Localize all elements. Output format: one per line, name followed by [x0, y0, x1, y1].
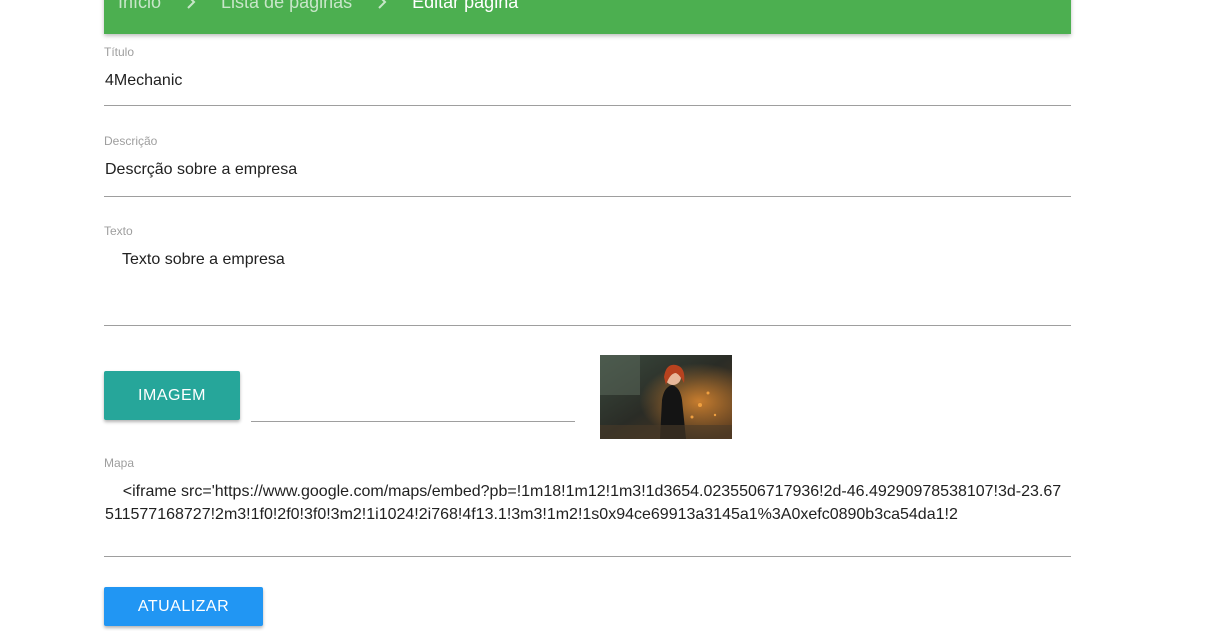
atualizar-button[interactable]: ATUALIZAR — [104, 587, 263, 626]
texto-field[interactable]: Texto Texto sobre a empresa — [104, 224, 1071, 327]
titulo-input[interactable]: 4Mechanic — [104, 70, 183, 92]
descricao-underline — [104, 196, 1071, 197]
image-upload-button[interactable]: IMAGEM — [104, 371, 240, 420]
mapa-field[interactable]: Mapa <iframe src='https://www.google.com… — [104, 456, 1071, 559]
breadcrumb-current: Editar página — [412, 0, 519, 12]
titulo-label: Título — [104, 45, 135, 59]
titulo-field[interactable]: Título 4Mechanic — [104, 45, 1071, 107]
mapa-textarea[interactable]: <iframe src='https://www.google.com/maps… — [104, 481, 1071, 526]
descricao-label: Descrição — [104, 134, 158, 148]
image-file-path-input[interactable] — [251, 390, 575, 422]
descricao-input[interactable]: Descrção sobre a empresa — [104, 159, 298, 181]
breadcrumb-home-link[interactable]: Início — [118, 0, 161, 13]
descricao-field[interactable]: Descrição Descrção sobre a empresa — [104, 134, 1071, 197]
mapa-underline — [104, 556, 1071, 557]
texto-label: Texto — [104, 224, 133, 238]
texto-underline — [104, 325, 1071, 326]
mapa-label: Mapa — [104, 456, 135, 470]
image-preview — [600, 355, 732, 439]
breadcrumb-page-list-link[interactable]: Lista de páginas — [221, 0, 352, 13]
breadcrumb: Início Lista de páginas Editar página — [104, 0, 1071, 34]
titulo-underline — [104, 105, 1071, 106]
chevron-right-icon — [180, 0, 202, 13]
edit-page-form: Início Lista de páginas Editar página Tí… — [0, 0, 1230, 631]
texto-textarea[interactable]: Texto sobre a empresa — [121, 249, 286, 271]
chevron-right-icon — [371, 0, 393, 13]
